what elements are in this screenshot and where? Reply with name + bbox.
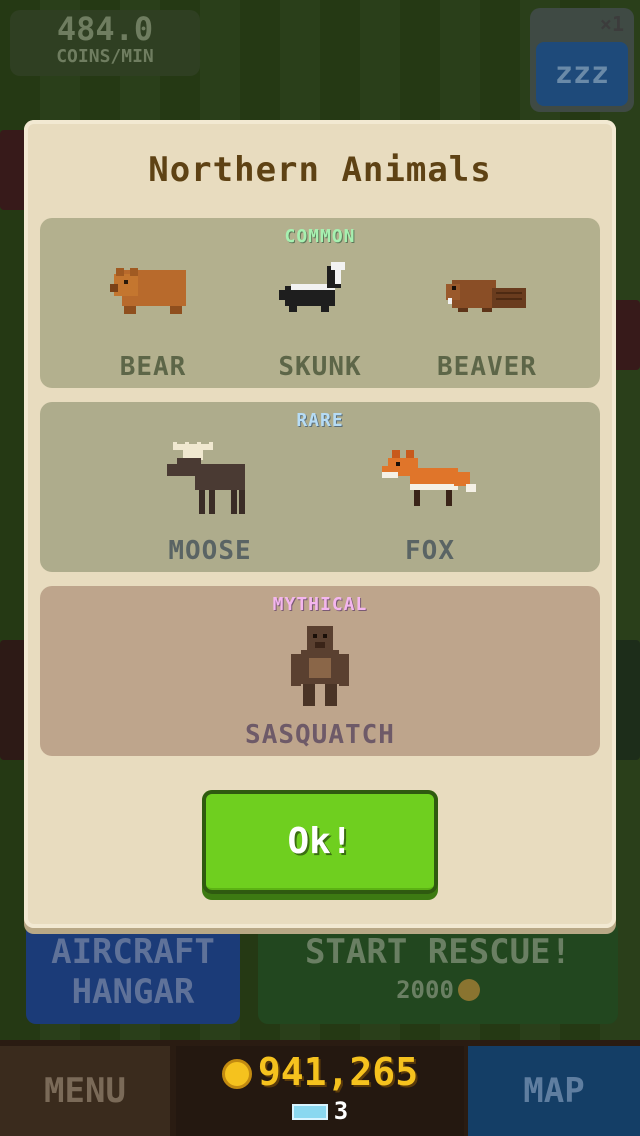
animal-sasquatch: SASQUATCH	[220, 626, 420, 750]
animal-moose: MOOSE	[125, 442, 295, 566]
coins-rate-value: 484.0	[56, 10, 154, 48]
gem-icon	[291, 1104, 328, 1120]
bear-icon	[110, 268, 186, 314]
rescue-price: 2000	[258, 976, 618, 1004]
animal-name: FOX	[405, 536, 455, 566]
animal-name: SKUNK	[278, 352, 362, 382]
aircraft-hangar-button[interactable]: AIRCRAFT HANGAR	[26, 920, 240, 1024]
mythical-label: MYTHICAL	[272, 594, 368, 615]
animal-name: BEAVER	[437, 352, 537, 382]
map-button[interactable]: MAP	[468, 1046, 640, 1136]
rare-section: RARE MOOSE FOX	[40, 402, 600, 572]
wallet: 941,265 3	[176, 1046, 464, 1136]
northern-animals-dialog: Northern Animals COMMON BEAR SKUNK BEAVE…	[24, 120, 616, 928]
animal-name: SASQUATCH	[245, 720, 395, 750]
moose-icon	[167, 442, 245, 514]
beaver-icon	[446, 280, 526, 312]
sleep-multiplier: ×1	[599, 12, 624, 36]
coin-balance-value: 941,265	[257, 1050, 419, 1094]
start-rescue-button[interactable]: START RESCUE! 2000	[258, 920, 618, 1024]
common-section: COMMON BEAR SKUNK BEAVER	[40, 218, 600, 388]
coin-icon	[457, 979, 480, 1001]
animal-name: BEAR	[119, 352, 187, 382]
dialog-title: Northern Animals	[148, 150, 492, 190]
sleep-button[interactable]: ×1 zzz	[530, 8, 634, 112]
ok-button[interactable]: Ok!	[202, 790, 438, 894]
mythical-section: MYTHICAL SASQUATCH	[40, 586, 600, 756]
sasquatch-icon	[291, 626, 349, 706]
gem-balance: 3	[176, 1098, 464, 1124]
coin-icon	[221, 1059, 252, 1089]
skunk-icon	[279, 262, 345, 312]
start-rescue-label: START RESCUE!	[304, 932, 572, 972]
common-label: COMMON	[284, 226, 356, 247]
gem-balance-value: 3	[333, 1097, 349, 1125]
animal-beaver: BEAVER	[402, 258, 572, 382]
animal-fox: FOX	[345, 442, 515, 566]
coin-balance: 941,265	[176, 1046, 464, 1098]
coins-rate-unit: COINS/MIN	[56, 46, 154, 67]
menu-button[interactable]: MENU	[0, 1046, 170, 1136]
z-sleep-icon: zzz	[536, 42, 628, 106]
coins-per-minute: 484.0 COINS/MIN	[10, 10, 200, 76]
animal-bear: BEAR	[68, 258, 238, 382]
rare-label: RARE	[296, 410, 344, 431]
fox-icon	[382, 450, 476, 506]
animal-skunk: SKUNK	[235, 258, 405, 382]
animal-name: MOOSE	[168, 536, 252, 566]
ok-button-label: Ok!	[287, 821, 353, 862]
rescue-price-value: 2000	[396, 976, 454, 1004]
